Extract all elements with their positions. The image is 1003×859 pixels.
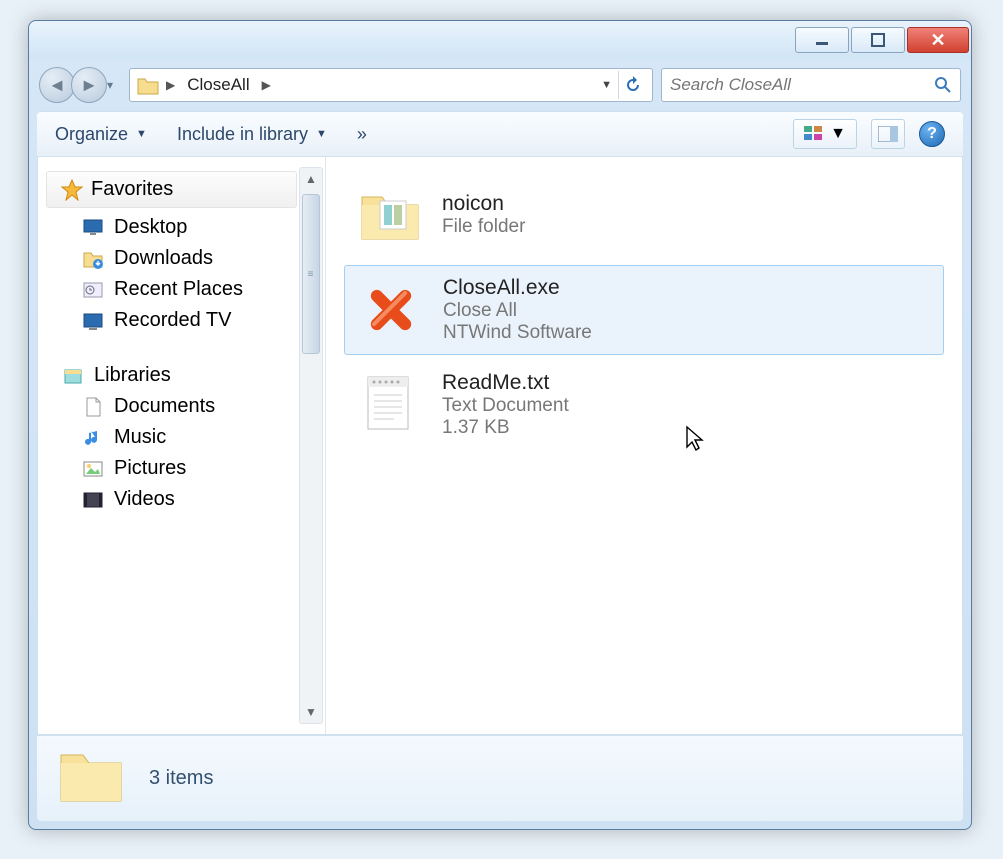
- sidebar-label: Favorites: [91, 178, 173, 201]
- file-list: noicon File folder CloseAll.exe Close Al…: [326, 157, 962, 734]
- search-icon: [934, 76, 952, 94]
- maximize-button[interactable]: [851, 27, 905, 53]
- sidebar-label: Libraries: [94, 364, 171, 387]
- file-item-exe[interactable]: CloseAll.exe Close All NTWind Software: [344, 265, 944, 355]
- breadcrumb-folder[interactable]: CloseAll: [181, 73, 255, 97]
- file-type: Text Document: [442, 395, 569, 417]
- sidebar-item-label: Recorded TV: [114, 309, 231, 332]
- file-item-txt[interactable]: ReadMe.txt Text Document 1.37 KB: [344, 361, 944, 449]
- file-type: File folder: [442, 216, 525, 238]
- chevron-right-icon: ▶: [164, 78, 177, 92]
- preview-pane-button[interactable]: [871, 119, 905, 149]
- refresh-button[interactable]: [618, 71, 646, 99]
- sidebar-item-label: Videos: [114, 488, 175, 511]
- sidebar-item-label: Desktop: [114, 216, 187, 239]
- folder-icon: [136, 73, 160, 97]
- file-company: NTWind Software: [443, 322, 592, 344]
- view-mode-button[interactable]: ▼: [793, 119, 857, 149]
- close-button[interactable]: ✕: [907, 27, 969, 53]
- tiles-icon: [804, 126, 824, 142]
- toolbar-label: Organize: [55, 124, 128, 145]
- status-text: 3 items: [149, 767, 213, 790]
- toolbar-label: »: [357, 124, 367, 145]
- help-button[interactable]: ?: [919, 121, 945, 147]
- recent-icon: [82, 279, 104, 301]
- search-box[interactable]: [661, 68, 961, 102]
- breadcrumb[interactable]: ▶ CloseAll ▶ ▼: [129, 68, 653, 102]
- include-library-menu[interactable]: Include in library ▼: [177, 124, 327, 145]
- file-size: 1.37 KB: [442, 417, 569, 439]
- toolbar-label: Include in library: [177, 124, 308, 145]
- chevron-down-icon: ▼: [830, 125, 846, 143]
- toolbar: Organize ▼ Include in library ▼ » ▼ ?: [37, 111, 963, 157]
- sidebar-item-label: Recent Places: [114, 278, 243, 301]
- file-name: CloseAll.exe: [443, 276, 592, 300]
- sidebar-item-videos[interactable]: Videos: [38, 484, 325, 515]
- scroll-up-icon[interactable]: ▲: [300, 168, 322, 190]
- folder-icon: [356, 181, 424, 249]
- folder-download-icon: [82, 248, 104, 270]
- sidebar-item-downloads[interactable]: Downloads: [38, 243, 325, 274]
- chevron-down-icon: ▼: [136, 128, 147, 140]
- folder-icon: [57, 745, 125, 813]
- video-icon: [82, 489, 104, 511]
- chevron-right-icon: ▶: [260, 78, 273, 92]
- sidebar-item-recent[interactable]: Recent Places: [38, 274, 325, 305]
- sidebar-item-music[interactable]: Music: [38, 422, 325, 453]
- chevron-down-icon: ▼: [316, 128, 327, 140]
- sidebar-group-favorites[interactable]: Favorites: [46, 171, 297, 208]
- sidebar-item-recorded-tv[interactable]: Recorded TV: [38, 305, 325, 336]
- sidebar-item-label: Documents: [114, 395, 215, 418]
- document-icon: [82, 396, 104, 418]
- file-item-folder[interactable]: noicon File folder: [344, 171, 944, 259]
- scroll-thumb[interactable]: ≡: [302, 194, 320, 354]
- monitor-icon: [82, 217, 104, 239]
- file-name: noicon: [442, 192, 525, 216]
- search-input[interactable]: [670, 75, 934, 95]
- back-button[interactable]: ◄: [39, 67, 75, 103]
- navigation-pane: Favorites Desktop Downloads Recent Place…: [38, 157, 326, 734]
- pane-icon: [878, 126, 898, 142]
- file-name: ReadMe.txt: [442, 371, 569, 395]
- sidebar-item-desktop[interactable]: Desktop: [38, 212, 325, 243]
- picture-icon: [82, 458, 104, 480]
- scroll-down-icon[interactable]: ▼: [300, 701, 322, 723]
- nav-buttons: ◄ ► ▾: [39, 67, 121, 103]
- main-area: Favorites Desktop Downloads Recent Place…: [37, 157, 963, 735]
- sidebar-item-label: Pictures: [114, 457, 186, 480]
- sidebar-item-pictures[interactable]: Pictures: [38, 453, 325, 484]
- organize-menu[interactable]: Organize ▼: [55, 124, 147, 145]
- libraries-icon: [62, 365, 84, 387]
- address-bar-row: ◄ ► ▾ ▶ CloseAll ▶ ▼: [29, 59, 971, 111]
- breadcrumb-dropdown[interactable]: ▼: [601, 79, 612, 91]
- toolbar-overflow[interactable]: »: [357, 124, 367, 145]
- star-icon: [61, 179, 83, 201]
- minimize-button[interactable]: [795, 27, 849, 53]
- forward-button[interactable]: ►: [71, 67, 107, 103]
- nav-history-dropdown[interactable]: ▾: [103, 78, 121, 92]
- sidebar-item-documents[interactable]: Documents: [38, 391, 325, 422]
- sidebar-scrollbar[interactable]: ▲ ≡ ▼: [299, 167, 323, 724]
- tv-icon: [82, 310, 104, 332]
- explorer-window: ✕ ◄ ► ▾ ▶ CloseAll ▶ ▼: [28, 20, 972, 830]
- music-icon: [82, 427, 104, 449]
- close-x-icon: [357, 276, 425, 344]
- status-bar: 3 items: [37, 735, 963, 821]
- text-file-icon: [356, 371, 424, 439]
- file-desc: Close All: [443, 300, 592, 322]
- titlebar: ✕: [29, 21, 971, 59]
- sidebar-item-label: Downloads: [114, 247, 213, 270]
- sidebar-item-label: Music: [114, 426, 166, 449]
- sidebar-group-libraries[interactable]: Libraries: [38, 360, 325, 391]
